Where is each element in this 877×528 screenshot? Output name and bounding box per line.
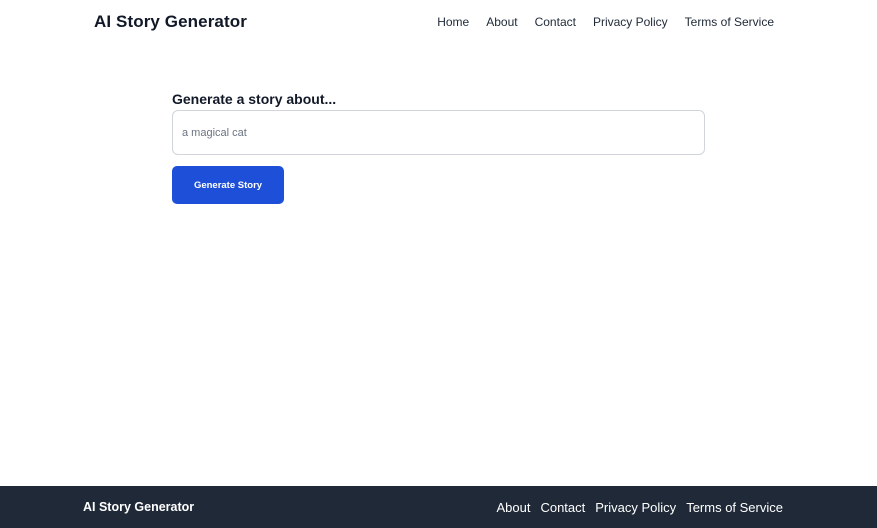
nav-link-privacy-policy[interactable]: Privacy Policy	[593, 15, 668, 29]
nav-link-terms-of-service[interactable]: Terms of Service	[685, 15, 774, 29]
footer-nav: About Contact Privacy Policy Terms of Se…	[496, 500, 783, 515]
story-form: Generate a story about... Generate Story	[172, 90, 705, 204]
footer-link-terms-of-service[interactable]: Terms of Service	[686, 500, 783, 515]
site-header: AI Story Generator Home About Contact Pr…	[0, 0, 877, 46]
story-prompt-label: Generate a story about...	[172, 91, 337, 107]
site-footer: AI Story Generator About Contact Privacy…	[0, 486, 877, 528]
footer-link-about[interactable]: About	[496, 500, 530, 515]
site-title[interactable]: AI Story Generator	[94, 12, 247, 32]
header-nav: Home About Contact Privacy Policy Terms …	[437, 15, 774, 29]
footer-link-privacy-policy[interactable]: Privacy Policy	[595, 500, 676, 515]
footer-link-contact[interactable]: Contact	[540, 500, 585, 515]
nav-link-contact[interactable]: Contact	[535, 15, 576, 29]
nav-link-home[interactable]: Home	[437, 15, 469, 29]
generate-story-button[interactable]: Generate Story	[172, 166, 284, 204]
footer-title: AI Story Generator	[83, 500, 195, 514]
story-prompt-input[interactable]	[172, 110, 705, 155]
nav-link-about[interactable]: About	[486, 15, 517, 29]
